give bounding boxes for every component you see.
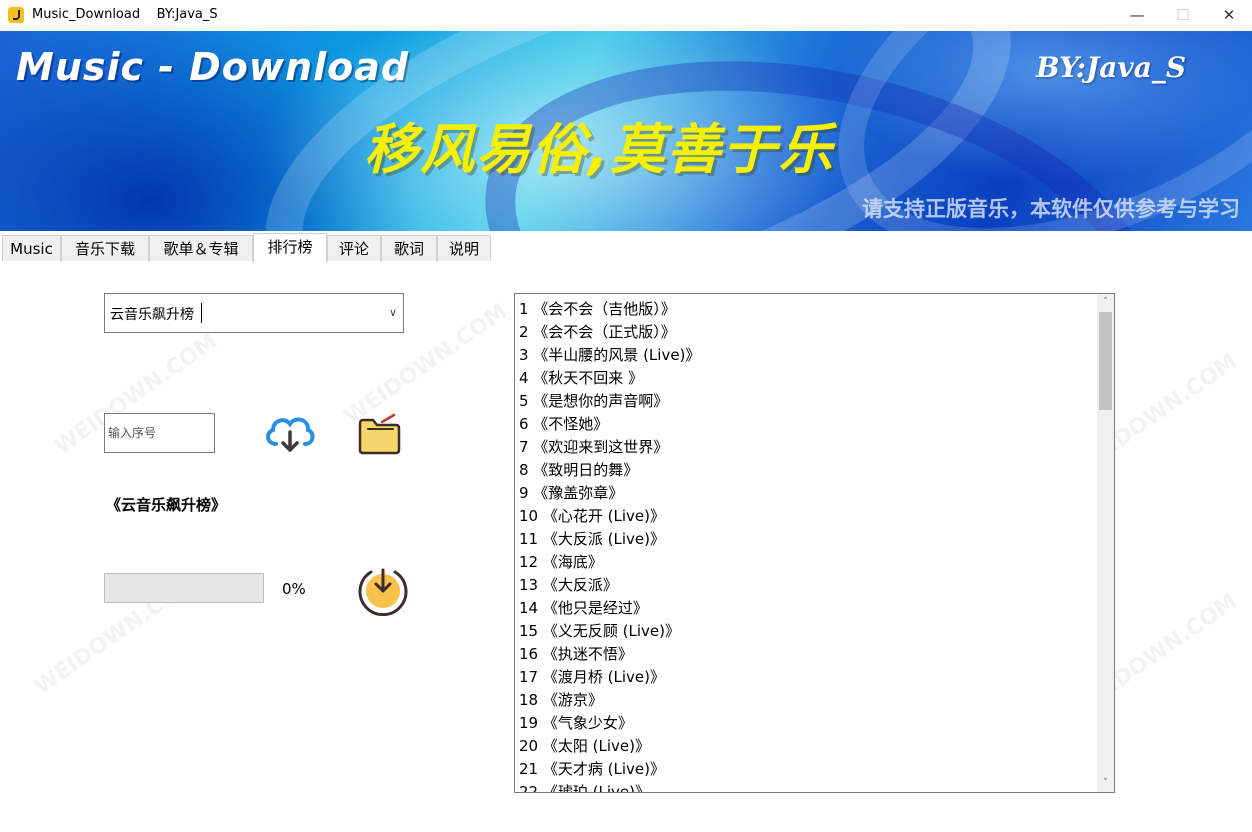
tab-music[interactable]: Music: [2, 235, 61, 261]
list-item[interactable]: 15 《义无反顾 (Live)》: [519, 620, 1099, 643]
list-item[interactable]: 20 《太阳 (Live)》: [519, 735, 1099, 758]
title-bar: Music_Download BY:Java_S — ☐ ✕: [0, 0, 1252, 32]
tab-lyrics[interactable]: 歌词: [381, 235, 437, 261]
list-item[interactable]: 9 《豫盖弥章》: [519, 482, 1099, 505]
cloud-download-icon: [266, 417, 315, 452]
chart-select-value: 云音乐飙升榜: [110, 307, 194, 323]
banner-slogan: 移风易俗,莫善于乐: [364, 118, 835, 181]
chevron-down-icon: ∨: [388, 306, 397, 319]
header-banner: Music - Download BY:Java_S 移风易俗,莫善于乐 请支持…: [0, 31, 1252, 231]
list-item[interactable]: 19 《气象少女》: [519, 712, 1099, 735]
list-item[interactable]: 22 《琥珀 (Live)》: [519, 781, 1099, 792]
list-item[interactable]: 21 《天才病 (Live)》: [519, 758, 1099, 781]
open-folder-button[interactable]: [356, 412, 402, 456]
list-item[interactable]: 16 《执迷不悟》: [519, 643, 1099, 666]
scroll-down-icon[interactable]: ˅: [1097, 775, 1114, 792]
progress-percent: 0%: [282, 580, 306, 598]
text-caret: [201, 303, 202, 323]
maximize-button[interactable]: ☐: [1160, 0, 1206, 31]
window-title: Music_Download BY:Java_S: [32, 7, 218, 22]
list-item[interactable]: 13 《大反派》: [519, 574, 1099, 597]
list-item[interactable]: 18 《游京》: [519, 689, 1099, 712]
folder-icon: [358, 413, 401, 455]
list-item[interactable]: 6 《不怪她》: [519, 413, 1099, 436]
tab-help[interactable]: 说明: [437, 235, 491, 261]
list-item[interactable]: 12 《海底》: [519, 551, 1099, 574]
charts-panel: WEIDOWN.COM WEIDOWN.COM WEIDOWN.COM WEID…: [0, 262, 1252, 832]
list-item[interactable]: 14 《他只是经过》: [519, 597, 1099, 620]
download-button[interactable]: [262, 410, 316, 456]
tab-bar: Music 音乐下载 歌单＆专辑 排行榜 评论 歌词 说明: [0, 233, 1252, 263]
song-list-scrollbar[interactable]: ˄ ˅: [1097, 294, 1114, 792]
index-input[interactable]: [104, 413, 215, 453]
download-progress-bar: [104, 573, 264, 603]
list-item[interactable]: 2 《会不会（正式版）》: [519, 321, 1099, 344]
circle-download-icon: [358, 568, 408, 617]
list-item[interactable]: 8 《致明日的舞》: [519, 459, 1099, 482]
list-item[interactable]: 10 《心花开 (Live)》: [519, 505, 1099, 528]
scroll-up-icon[interactable]: ˄: [1097, 294, 1114, 311]
list-item[interactable]: 1 《会不会（吉他版）》: [519, 298, 1099, 321]
list-item[interactable]: 3 《半山腰的风景 (Live)》: [519, 344, 1099, 367]
banner-author: BY:Java_S: [1036, 51, 1187, 84]
scroll-thumb[interactable]: [1099, 312, 1112, 410]
tab-charts[interactable]: 排行榜: [253, 233, 327, 263]
music-note-icon: [8, 7, 24, 23]
song-list[interactable]: 1 《会不会（吉他版）》 2 《会不会（正式版）》 3 《半山腰的风景 (Live)…: [514, 293, 1115, 793]
banner-notice: 请支持正版音乐，本软件仅供参考与学习: [862, 197, 1240, 221]
minimize-button[interactable]: —: [1114, 0, 1160, 31]
list-item[interactable]: 11 《大反派 (Live)》: [519, 528, 1099, 551]
list-item[interactable]: 7 《欢迎来到这世界》: [519, 436, 1099, 459]
chart-name-label: 《云音乐飙升榜》: [106, 496, 227, 514]
batch-download-button[interactable]: [354, 562, 410, 617]
close-button[interactable]: ✕: [1206, 0, 1252, 31]
list-item[interactable]: 5 《是想你的声音啊》: [519, 390, 1099, 413]
list-item[interactable]: 17 《渡月桥 (Live)》: [519, 666, 1099, 689]
tab-comments[interactable]: 评论: [327, 235, 381, 261]
song-list-items: 1 《会不会（吉他版）》 2 《会不会（正式版）》 3 《半山腰的风景 (Live)…: [519, 298, 1099, 792]
tab-music-download[interactable]: 音乐下载: [61, 235, 149, 261]
list-item[interactable]: 4 《秋天不回来 》: [519, 367, 1099, 390]
tab-playlist-album[interactable]: 歌单＆专辑: [149, 235, 253, 261]
banner-title: Music - Download: [16, 45, 410, 89]
chart-select[interactable]: 云音乐飙升榜 ∨: [104, 293, 404, 333]
